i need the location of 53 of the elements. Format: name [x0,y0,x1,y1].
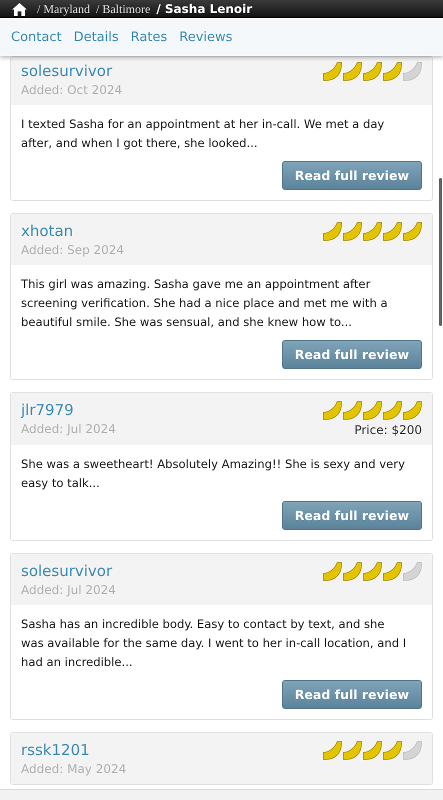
author-link[interactable]: solesurvivor [21,62,122,80]
nav-tab[interactable]: Reviews [179,30,232,44]
added-date: Added: Jul 2024 [21,422,116,436]
banana-star-icon [363,562,382,581]
banana-star-icon [343,62,362,81]
read-review-button[interactable]: Read full review [282,161,422,190]
banana-star-icon [323,741,342,760]
author-link[interactable]: solesurvivor [21,562,116,580]
banana-star-icon [383,741,402,760]
banana-star-icon [323,222,342,241]
nav-tab[interactable]: Details [74,30,119,44]
banana-star-icon [383,401,402,420]
added-date: Added: Jul 2024 [21,583,116,597]
author-link[interactable]: jlr7979 [21,401,116,419]
price-text: Price: $200 [354,423,422,437]
review-text: Sasha has an incredible body. Easy to contact by text, and she was available for the same day. I went to her in-call location, and I had an incredible... [21,616,408,671]
author-link[interactable]: xhotan [21,222,124,240]
read-review-button[interactable]: Read full review [282,340,422,369]
banana-star-icon [363,222,382,241]
author-link[interactable]: rssk1201 [21,741,126,759]
read-review-button[interactable]: Read full review [282,501,422,530]
banana-star-icon [403,62,422,81]
breadcrumb-link[interactable]: / Maryland [37,2,90,16]
banana-star-icon [343,562,362,581]
breadcrumb-link[interactable]: / Baltimore [96,2,150,16]
review-text: I texted Sasha for an appointment at her in-call. We met a day after, and when I got there, she looked... [21,116,386,152]
banana-star-icon [363,62,382,81]
banana-star-icon [343,222,362,241]
review-text: This girl was amazing. Sasha gave me an appointment after screening verification. She had a nice place and met me with a beautiful smile. She was sensual, and she knew how to... [21,276,389,331]
banana-star-icon [363,741,382,760]
added-date: Added: May 2024 [21,762,126,776]
home-icon[interactable] [12,2,27,16]
banana-star-icon [363,401,382,420]
banana-star-icon [383,222,402,241]
banana-star-icon [323,562,342,581]
added-date: Added: Sep 2024 [21,243,124,257]
banana-star-icon [403,562,422,581]
banana-star-icon [343,401,362,420]
banana-star-icon [403,401,422,420]
banana-star-icon [383,62,402,81]
breadcrumb-current: / Sasha Lenoir [156,2,252,16]
nav-tab[interactable]: Rates [130,30,168,44]
read-review-button[interactable]: Read full review [282,680,422,709]
nav-tab[interactable]: Contact [11,30,62,44]
banana-star-icon [343,741,362,760]
scrollbar[interactable] [439,178,442,326]
banana-star-icon [403,222,422,241]
added-date: Added: Oct 2024 [21,83,122,97]
banana-star-icon [403,741,422,760]
banana-star-icon [383,562,402,581]
review-text: She was a sweetheart! Absolutely Amazing!! She is sexy and very easy to talk... [21,456,406,492]
banana-star-icon [323,401,342,420]
banana-star-icon [323,62,342,81]
